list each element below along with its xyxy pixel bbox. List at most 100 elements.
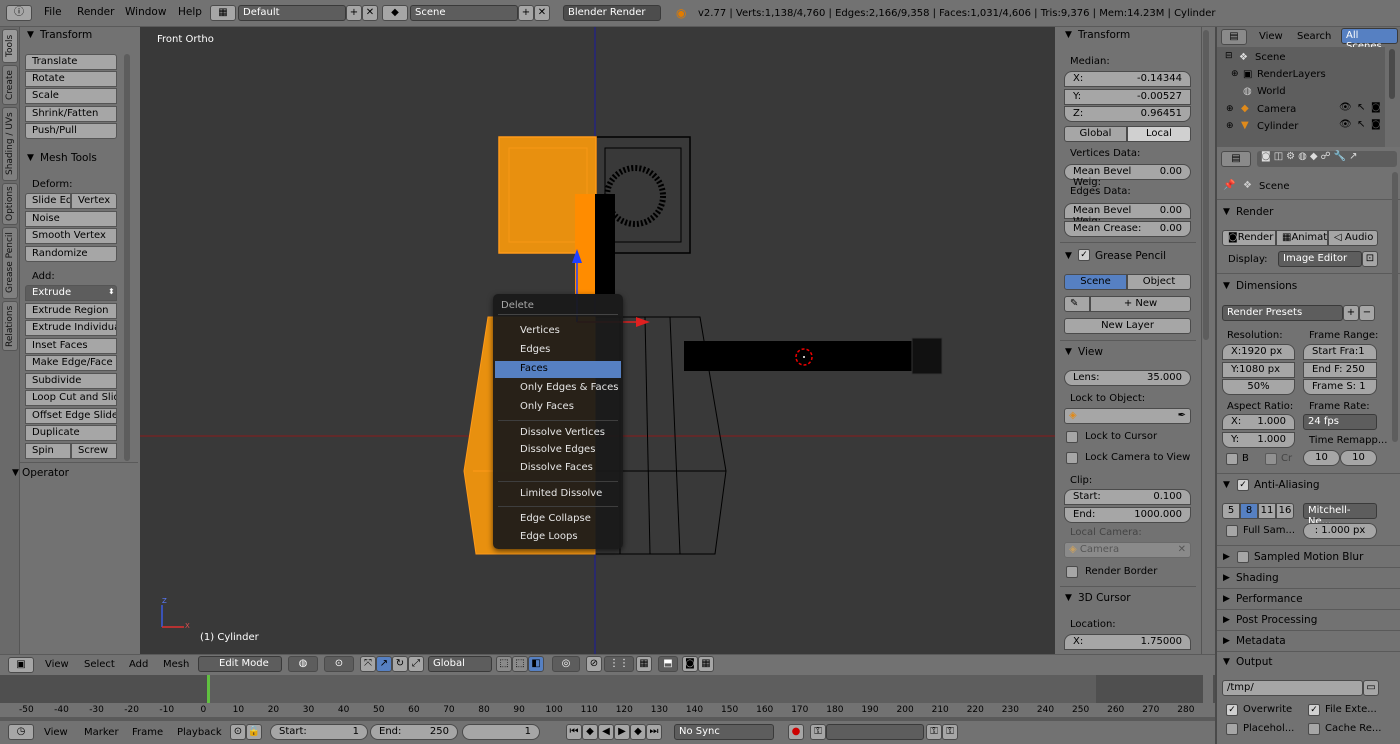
opengl-render-icon[interactable]: ◙ (682, 656, 698, 672)
animation-button[interactable]: ▦Animati (1276, 230, 1328, 246)
cache-result-checkbox[interactable] (1308, 723, 1320, 735)
play-reverse-icon[interactable]: ◀ (598, 724, 614, 740)
menu-item-edge-collapse[interactable]: Edge Collapse (495, 511, 621, 528)
add-preset-icon[interactable]: + (1343, 305, 1359, 321)
pencil-icon[interactable]: ✎ (1064, 296, 1090, 312)
median-z-field[interactable]: Z: 0.96451 (1064, 106, 1191, 122)
collapse-arrow-icon[interactable]: ▼ (1223, 207, 1230, 217)
cursor-select-icon[interactable]: ↖ (1357, 119, 1365, 130)
collapse-arrow-icon[interactable]: ▼ (12, 468, 19, 478)
editor-type-icon[interactable]: ⓘ (6, 5, 32, 21)
push-pull-button[interactable]: Push/Pull (25, 123, 117, 139)
mean-bevel-vertex-field[interactable]: Mean Bevel Weig: 0.00 (1064, 164, 1191, 188)
extrude-region-button[interactable]: Extrude Region (25, 303, 117, 319)
resolution-x-field[interactable]: X:1920 px (1222, 344, 1295, 360)
collapse-arrow-icon[interactable]: ▼ (1065, 30, 1072, 40)
object-toggle[interactable]: Object (1127, 274, 1191, 290)
engine-select[interactable]: Blender Render (563, 5, 661, 21)
aa-filter-select[interactable]: Mitchell-Ne... (1303, 503, 1377, 527)
sampled-motion-blur-title[interactable]: Sampled Motion Blur (1254, 551, 1363, 563)
timeline-frame-menu[interactable]: Frame (132, 727, 163, 738)
anti-aliasing-checkbox[interactable]: ✓ (1237, 479, 1249, 491)
timeline-editor-icon[interactable]: ◷ (8, 724, 34, 740)
collapse-arrow-icon[interactable]: ▼ (1223, 480, 1230, 490)
scene-field[interactable]: Scene (410, 5, 518, 21)
timeline-view-menu[interactable]: View (44, 727, 68, 738)
display-select[interactable]: Image Editor (1278, 251, 1362, 267)
aspect-y-field[interactable]: Y: 1.000 (1222, 432, 1295, 448)
local-camera-field[interactable]: ◈ Camera ✕ (1064, 542, 1191, 558)
opengl-anim-icon[interactable]: ▦ (698, 656, 714, 672)
outliner-search-menu[interactable]: Search (1297, 31, 1331, 42)
current-frame-indicator[interactable] (207, 675, 210, 705)
frame-step-field[interactable]: Frame S: 1 (1303, 379, 1377, 395)
outliner-cylinder[interactable]: Cylinder (1257, 121, 1298, 132)
sync-select[interactable]: No Sync (674, 724, 774, 740)
collapse-arrow-icon[interactable]: ▼ (27, 153, 34, 163)
menu-item-dissolve-vertices[interactable]: Dissolve Vertices (495, 425, 621, 442)
lock-camera-checkbox[interactable] (1066, 452, 1078, 464)
expand-arrow-icon[interactable]: ▶ (1223, 594, 1230, 604)
collapse-arrow-icon[interactable]: ▼ (1065, 593, 1072, 603)
translate-button[interactable]: Translate (25, 54, 117, 70)
view-menu[interactable]: View (45, 659, 69, 670)
outliner-scene[interactable]: Scene (1255, 52, 1286, 63)
keying-icon[interactable]: ⚿ (810, 724, 826, 740)
smooth-vertex-button[interactable]: Smooth Vertex (25, 228, 117, 244)
menu-item-dissolve-edges[interactable]: Dissolve Edges (495, 442, 621, 459)
expand-icon[interactable]: ⊕ (1231, 69, 1239, 79)
translate-manipulator-icon[interactable]: ↗ (376, 656, 392, 672)
sidebar-scrollbar[interactable] (1203, 30, 1209, 340)
scene-icon[interactable]: ◆ (382, 5, 408, 21)
aa-samples-11[interactable]: 11 (1258, 503, 1276, 519)
tab-tools[interactable]: Tools (2, 29, 18, 63)
face-select-icon[interactable]: ◧ (528, 656, 544, 672)
median-x-field[interactable]: X: -0.14344 (1064, 71, 1191, 87)
grease-pencil-title[interactable]: Grease Pencil (1095, 250, 1166, 262)
vertex-select-icon[interactable]: ⬚ (496, 656, 512, 672)
menu-item-only-faces[interactable]: Only Faces (495, 399, 621, 416)
shading-title[interactable]: Shading (1236, 572, 1279, 584)
clip-end-field[interactable]: End: 1000.000 (1064, 507, 1191, 523)
slide-edge-button[interactable]: Slide Ed (25, 193, 71, 209)
eye-icon[interactable]: 👁 (1339, 102, 1352, 113)
extrude-menu-button[interactable]: Extrude (25, 285, 117, 301)
expand-arrow-icon[interactable]: ▶ (1223, 552, 1230, 562)
aa-samples-16[interactable]: 16 (1276, 503, 1294, 519)
delete-keyframe-icon[interactable]: ⚿ (942, 724, 958, 740)
insert-keyframe-icon[interactable]: ⚿ (926, 724, 942, 740)
menu-item-edge-loops[interactable]: Edge Loops (495, 529, 621, 546)
new-grease-pencil-button[interactable]: + New (1090, 296, 1191, 312)
lock-cursor-checkbox[interactable] (1066, 431, 1078, 443)
scene-close-icon[interactable]: ✕ (534, 5, 550, 21)
mean-bevel-edge-field[interactable]: Mean Bevel Weig:0.00 (1064, 203, 1191, 227)
lock-object-field[interactable]: ◈ ✒ (1064, 408, 1191, 424)
expand-arrow-icon[interactable]: ▶ (1223, 636, 1230, 646)
render-border-checkbox[interactable] (1066, 566, 1078, 578)
edge-select-icon[interactable]: ⬚ (512, 656, 528, 672)
eyedropper-icon[interactable]: ✒ (1178, 410, 1186, 421)
cursor-select-icon[interactable]: ↖ (1357, 102, 1365, 113)
current-frame-field[interactable]: 1 (462, 724, 540, 740)
mesh-tools-title[interactable]: Mesh Tools (40, 152, 97, 164)
scale-button[interactable]: Scale (25, 88, 117, 104)
file-extensions-checkbox[interactable]: ✓ (1308, 704, 1320, 716)
render-panel-title[interactable]: Render (1236, 206, 1273, 218)
expand-arrow-icon[interactable]: ▶ (1223, 573, 1230, 583)
menu-render[interactable]: Render (77, 6, 114, 18)
tab-create[interactable]: Create (2, 65, 18, 105)
menu-item-vertices[interactable]: Vertices (495, 323, 621, 340)
randomize-button[interactable]: Randomize (25, 246, 117, 262)
proportional-edit-icon[interactable]: ◎ (552, 656, 580, 672)
operator-panel-title[interactable]: Operator (22, 467, 69, 479)
performance-title[interactable]: Performance (1236, 593, 1303, 605)
manipulator-toggle-icon[interactable]: ⤧ (360, 656, 376, 672)
inset-faces-button[interactable]: Inset Faces (25, 338, 117, 354)
expand-icon[interactable]: ⊕ (1226, 121, 1234, 131)
remove-preset-icon[interactable]: − (1359, 305, 1375, 321)
layout-icon[interactable]: ▦ (210, 5, 236, 21)
collapse-arrow-icon[interactable]: ▼ (27, 30, 34, 40)
expand-arrow-icon[interactable]: ▶ (1223, 615, 1230, 625)
outliner-editor-icon[interactable]: ▤ (1221, 29, 1247, 45)
pivot-point-icon[interactable]: ⊙ (324, 656, 354, 672)
